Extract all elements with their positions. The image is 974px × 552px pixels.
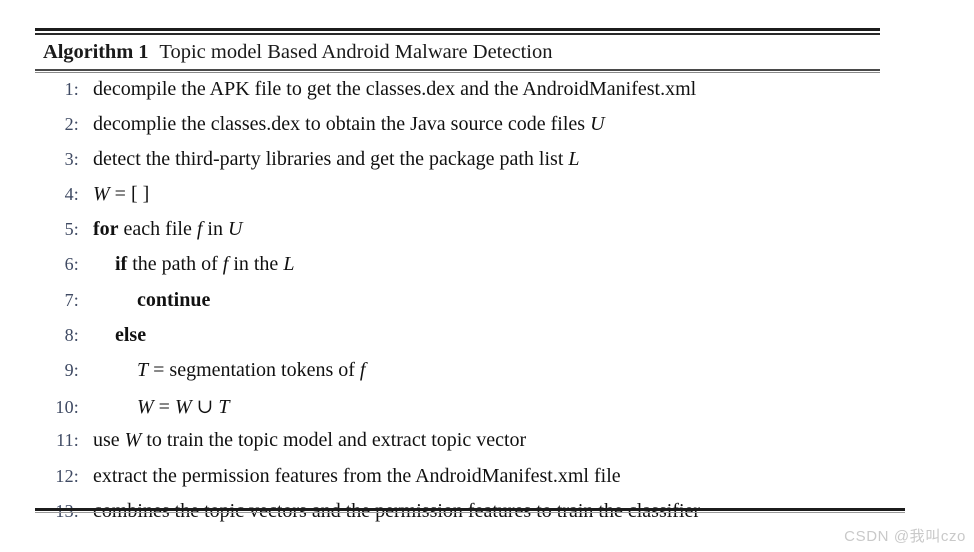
algorithm-text-segment: each file bbox=[118, 218, 197, 241]
algorithm-step-number: 12: bbox=[55, 465, 79, 486]
algorithm-text-segment: use bbox=[93, 429, 125, 452]
algorithm-step-list: 1: decompile the APK file to get the clas… bbox=[35, 73, 880, 535]
algorithm-title-row: Algorithm 1 Topic model Based Android Ma… bbox=[35, 35, 880, 69]
algorithm-label: Algorithm 1 bbox=[43, 41, 149, 63]
algorithm-keyword: for bbox=[93, 218, 119, 241]
algorithm-variable: T bbox=[137, 359, 149, 381]
algorithm-step-row: 9: T = segmentation tokens of f bbox=[35, 359, 880, 394]
csdn-watermark: CSDN @我叫czo bbox=[844, 528, 966, 545]
algorithm-variable: W bbox=[124, 429, 142, 452]
algorithm-step-number: 4: bbox=[64, 184, 79, 205]
algorithm-bottom-rule-hairline bbox=[35, 512, 905, 513]
algorithm-step-text: detect the third-party libraries and get… bbox=[93, 148, 580, 171]
algorithm-step-text: continue bbox=[93, 289, 210, 312]
algorithm-step-row: 4: W = [ ] bbox=[35, 183, 880, 218]
algorithm-step-text: W = [ ] bbox=[93, 183, 149, 206]
algorithm-variable: U bbox=[590, 112, 605, 135]
algorithm-step-number: 5: bbox=[64, 219, 79, 240]
algorithm-block: Algorithm 1 Topic model Based Android Ma… bbox=[35, 28, 880, 535]
algorithm-step-number: 10: bbox=[55, 397, 79, 418]
algorithm-variable: f bbox=[359, 359, 366, 381]
algorithm-variable: W bbox=[137, 396, 154, 419]
algorithm-step-row: 12: extract the permission features from … bbox=[35, 465, 880, 500]
algorithm-keyword: continue bbox=[137, 288, 211, 311]
algorithm-keyword: else bbox=[115, 323, 147, 346]
algorithm-text-segment: ∪ bbox=[191, 396, 219, 419]
algorithm-text-segment: to train the topic model and extract top… bbox=[141, 429, 527, 452]
algorithm-step-text: extract the permission features from the… bbox=[93, 465, 621, 488]
algorithm-text-segment: decomplie the classes.dex to obtain the … bbox=[93, 112, 591, 135]
algorithm-variable: T bbox=[218, 396, 230, 419]
algorithm-text-segment: = [ ] bbox=[109, 183, 150, 206]
algorithm-step-number: 7: bbox=[64, 289, 79, 310]
algorithm-variable: U bbox=[227, 218, 243, 241]
algorithm-title-rule bbox=[35, 68, 880, 71]
algorithm-step-row: 3: detect the third-party libraries and g… bbox=[35, 148, 880, 183]
algorithm-variable: W bbox=[174, 396, 192, 419]
algorithm-text-segment: extract the permission features from the… bbox=[93, 464, 621, 487]
algorithm-bottom-rule bbox=[35, 508, 905, 511]
algorithm-text-segment: = bbox=[153, 396, 175, 419]
algorithm-step-text: use W to train the topic model and extra… bbox=[93, 429, 526, 452]
algorithm-keyword: if bbox=[115, 253, 128, 276]
algorithm-variable: L bbox=[568, 147, 580, 170]
algorithm-text-segment: in bbox=[202, 218, 228, 241]
algorithm-title: Topic model Based Android Malware Detect… bbox=[159, 41, 553, 63]
algorithm-step-row: 2: decomplie the classes.dex to obtain th… bbox=[35, 113, 880, 148]
algorithm-text-segment: = segmentation tokens of bbox=[148, 359, 360, 381]
algorithm-step-text: T = segmentation tokens of f bbox=[93, 359, 365, 382]
algorithm-step-text: for each file f in U bbox=[93, 218, 242, 241]
algorithm-step-row: 5: for each file f in U bbox=[35, 218, 880, 253]
algorithm-step-row: 6: if the path of f in the L bbox=[35, 253, 880, 288]
algorithm-text-segment: the path of bbox=[127, 253, 223, 276]
algorithm-step-number: 1: bbox=[64, 78, 79, 99]
algorithm-step-text: W = W ∪ T bbox=[93, 394, 230, 419]
algorithm-step-text: else bbox=[93, 324, 146, 347]
algorithm-step-text: decomplie the classes.dex to obtain the … bbox=[93, 113, 605, 136]
algorithm-step-number: 9: bbox=[64, 360, 79, 380]
algorithm-text-segment: detect the third-party libraries and get… bbox=[93, 147, 569, 170]
algorithm-text-segment: in the bbox=[228, 253, 284, 276]
algorithm-step-number: 2: bbox=[64, 113, 79, 134]
algorithm-step-number: 3: bbox=[64, 148, 79, 169]
algorithm-variable: W bbox=[93, 183, 110, 206]
algorithm-step-row: 1: decompile the APK file to get the clas… bbox=[35, 78, 880, 113]
algorithm-step-number: 6: bbox=[64, 254, 79, 275]
algorithm-step-row: 7: continue bbox=[35, 289, 880, 324]
algorithm-step-row: 11: use W to train the topic model and ex… bbox=[35, 429, 880, 464]
algorithm-step-text: decompile the APK file to get the classe… bbox=[93, 78, 696, 101]
algorithm-step-row: 8: else bbox=[35, 324, 880, 359]
algorithm-step-row: 13:combines the topic vectors and the pe… bbox=[35, 500, 880, 535]
algorithm-step-text: if the path of f in the L bbox=[93, 253, 294, 276]
algorithm-step-row: 10: W = W ∪ T bbox=[35, 394, 880, 429]
algorithm-text-segment: decompile the APK file to get the classe… bbox=[93, 77, 697, 100]
algorithm-step-number: 11: bbox=[56, 430, 79, 451]
algorithm-variable: L bbox=[283, 253, 295, 276]
algorithm-step-number: 8: bbox=[64, 324, 79, 345]
